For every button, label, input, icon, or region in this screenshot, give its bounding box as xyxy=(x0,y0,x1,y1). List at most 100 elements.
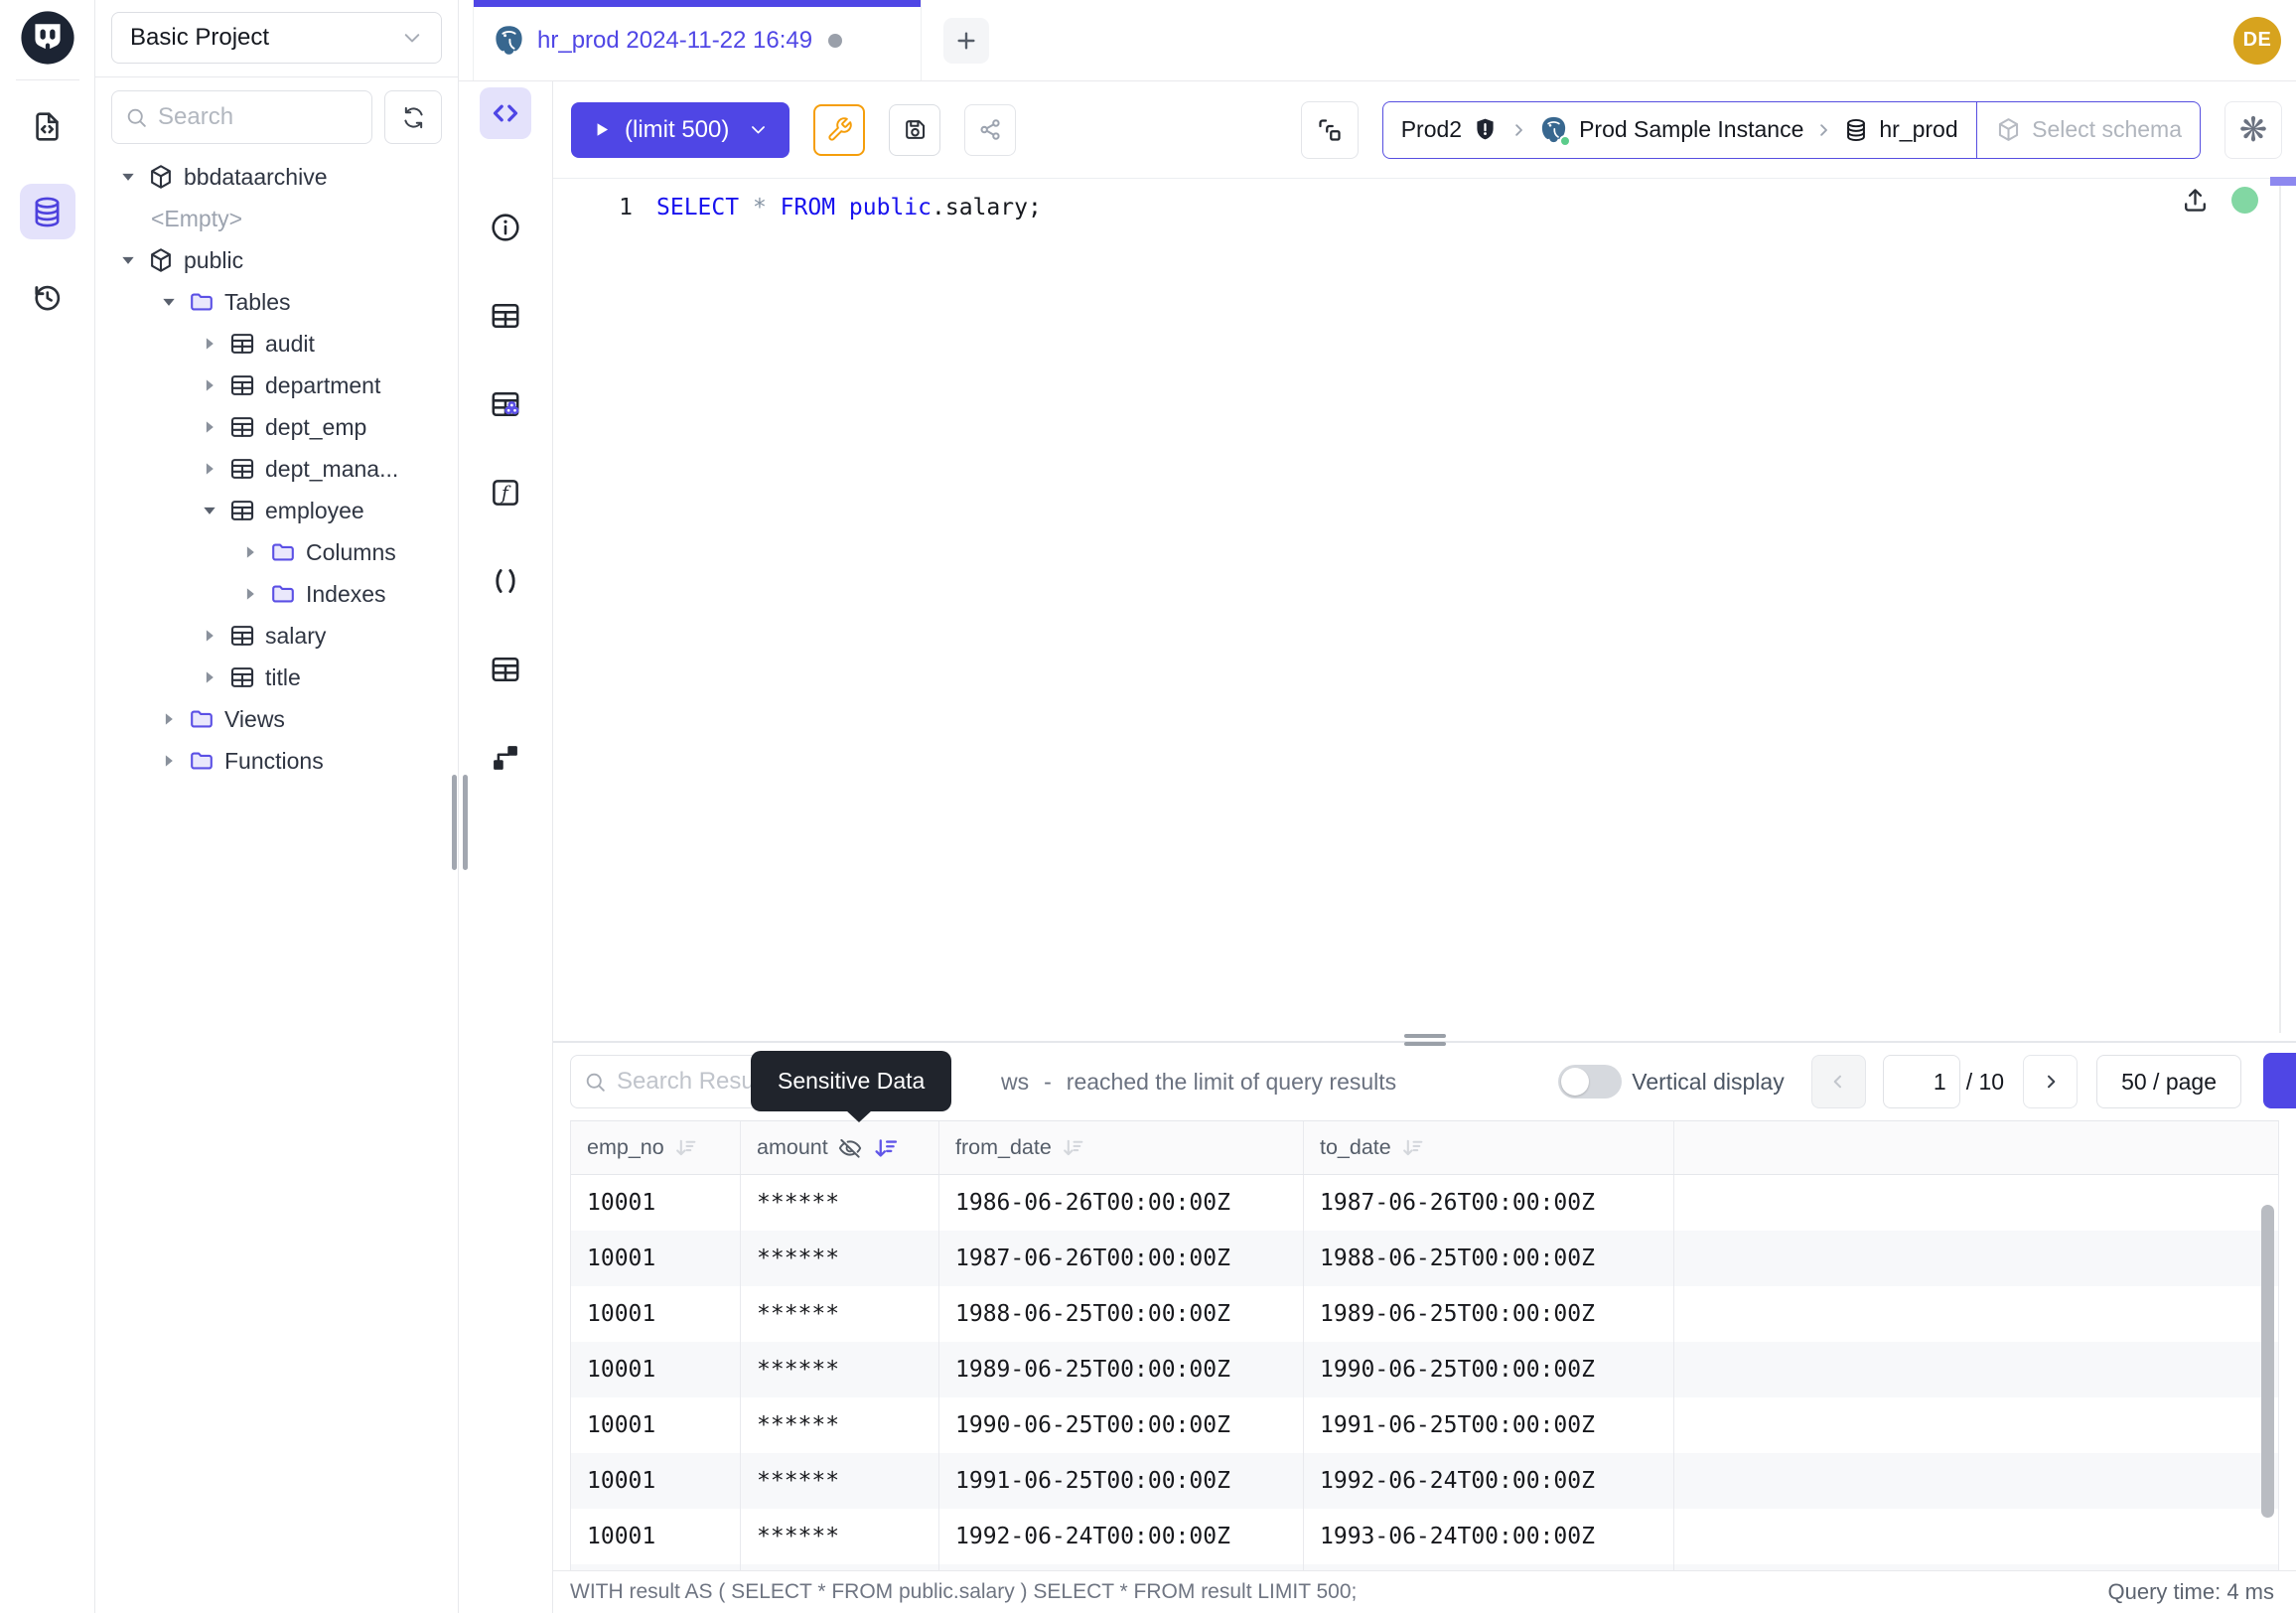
table-cell[interactable]: 1986-06-26T00:00:00Z xyxy=(939,1175,1304,1231)
tree-item-title[interactable]: title xyxy=(95,657,458,698)
connection-context[interactable]: Prod2 Prod Sample Instance hr_prod xyxy=(1383,102,1976,158)
rail-sql-file-button[interactable] xyxy=(20,98,75,154)
avatar[interactable]: DE xyxy=(2233,17,2281,65)
tree-item-audit[interactable]: audit xyxy=(95,323,458,365)
sidebar-search[interactable] xyxy=(111,90,372,144)
refresh-schema-button[interactable] xyxy=(384,90,442,144)
ai-assistant-button[interactable]: ❋ xyxy=(2224,101,2282,159)
table-cell[interactable]: 1993-06-24T00:00:00Z xyxy=(939,1564,1304,1570)
table-cell[interactable]: ****** xyxy=(741,1342,939,1397)
table-row[interactable]: 10001******1989-06-25T00:00:00Z1990-06-2… xyxy=(571,1342,2278,1397)
project-select[interactable]: Basic Project xyxy=(111,12,442,64)
batch-query-button[interactable] xyxy=(1301,101,1359,159)
caret-right-icon[interactable] xyxy=(199,666,220,688)
caret-right-icon[interactable] xyxy=(199,333,220,355)
column-header-amount[interactable]: amount xyxy=(741,1121,939,1174)
table-row[interactable]: 10001******1987-06-26T00:00:00Z1988-06-2… xyxy=(571,1231,2278,1286)
table-cell[interactable]: 1993-06-24T00:00:00Z xyxy=(1304,1509,1674,1564)
table-cell[interactable]: 10001 xyxy=(571,1231,741,1286)
caret-down-icon[interactable] xyxy=(117,166,139,188)
table-cell[interactable]: 1988-06-25T00:00:00Z xyxy=(1304,1231,1674,1286)
table-cell[interactable]: ****** xyxy=(741,1509,939,1564)
table-cell[interactable]: 1987-06-26T00:00:00Z xyxy=(1304,1175,1674,1231)
strip-code-button[interactable] xyxy=(480,87,531,139)
rail-history-button[interactable] xyxy=(20,269,75,325)
caret-right-icon[interactable] xyxy=(158,750,180,772)
table-cell[interactable]: 10001 xyxy=(571,1175,741,1231)
column-header-to_date[interactable]: to_date xyxy=(1304,1121,1674,1174)
tree-item-department[interactable]: department xyxy=(95,365,458,406)
caret-down-icon[interactable] xyxy=(158,291,180,313)
tree-item-dept-emp[interactable]: dept_emp xyxy=(95,406,458,448)
column-header-from_date[interactable]: from_date xyxy=(939,1121,1304,1174)
table-cell[interactable]: 1988-06-25T00:00:00Z xyxy=(939,1286,1304,1342)
table-cell[interactable]: 1992-06-24T00:00:00Z xyxy=(939,1509,1304,1564)
table-cell[interactable]: 1990-06-25T00:00:00Z xyxy=(939,1397,1304,1453)
table-cell[interactable]: 1987-06-26T00:00:00Z xyxy=(939,1231,1304,1286)
table-cell[interactable]: 1991-06-25T00:00:00Z xyxy=(1304,1397,1674,1453)
bytebase-logo[interactable] xyxy=(19,9,76,67)
table-cell[interactable]: ****** xyxy=(741,1286,939,1342)
table-cell[interactable]: ****** xyxy=(741,1397,939,1453)
table-row[interactable]: 10001******1988-06-25T00:00:00Z1989-06-2… xyxy=(571,1286,2278,1342)
tree-item-public[interactable]: public xyxy=(95,239,458,281)
tree-item-tables[interactable]: Tables xyxy=(95,281,458,323)
caret-right-icon[interactable] xyxy=(158,708,180,730)
table-cell[interactable]: 1994-06-24T00:00:00Z xyxy=(1304,1564,1674,1570)
tree-item-views[interactable]: Views xyxy=(95,698,458,740)
table-cell[interactable]: 10001 xyxy=(571,1397,741,1453)
table-cell[interactable]: 1991-06-25T00:00:00Z xyxy=(939,1453,1304,1509)
strip-table-button[interactable] xyxy=(480,644,531,695)
tree-item-bbdataarchive[interactable]: bbdataarchive xyxy=(95,156,458,198)
table-cell[interactable]: ****** xyxy=(741,1564,939,1570)
tree-item-dept-mana-[interactable]: dept_mana... xyxy=(95,448,458,490)
strip-function-button[interactable]: f xyxy=(480,467,531,518)
table-row[interactable]: 10001******1993-06-24T00:00:00Z1994-06-2… xyxy=(571,1564,2278,1570)
sidebar-resize-handle[interactable] xyxy=(452,775,468,870)
share-button[interactable] xyxy=(964,104,1016,156)
tree-item-salary[interactable]: salary xyxy=(95,615,458,657)
caret-right-icon[interactable] xyxy=(199,416,220,438)
table-row[interactable]: 10001******1990-06-25T00:00:00Z1991-06-2… xyxy=(571,1397,2278,1453)
next-page-button[interactable] xyxy=(2023,1055,2078,1108)
table-cell[interactable]: ****** xyxy=(741,1175,939,1231)
tree-item-indexes[interactable]: Indexes xyxy=(95,573,458,615)
table-cell[interactable]: ****** xyxy=(741,1231,939,1286)
table-scrollbar-thumb[interactable] xyxy=(2261,1205,2274,1518)
strip-table-button[interactable] xyxy=(480,290,531,342)
tree-item-functions[interactable]: Functions xyxy=(95,740,458,782)
prev-page-button[interactable] xyxy=(1811,1055,1866,1108)
sidebar-search-input[interactable] xyxy=(158,103,359,131)
strip-schema-diagram-button[interactable] xyxy=(480,732,531,784)
rail-database-button[interactable] xyxy=(20,184,75,239)
page-size-select[interactable]: 50 / page xyxy=(2096,1055,2241,1108)
schema-select[interactable]: Select schema xyxy=(1977,102,2200,158)
table-cell[interactable]: 10001 xyxy=(571,1453,741,1509)
table-cell[interactable]: 10001 xyxy=(571,1342,741,1397)
strip-parentheses-button[interactable] xyxy=(480,555,531,607)
table-cell[interactable]: 1989-06-25T00:00:00Z xyxy=(1304,1286,1674,1342)
table-cell[interactable]: ****** xyxy=(741,1453,939,1509)
page-number-input[interactable] xyxy=(1883,1055,1960,1108)
caret-right-icon[interactable] xyxy=(199,374,220,396)
save-button[interactable] xyxy=(889,104,940,156)
table-cell[interactable]: 1992-06-24T00:00:00Z xyxy=(1304,1453,1674,1509)
table-row[interactable]: 10001******1992-06-24T00:00:00Z1993-06-2… xyxy=(571,1509,2278,1564)
sql-editor[interactable]: 1 SELECT * FROM public.salary; xyxy=(553,179,2296,1041)
table-cell[interactable]: 1990-06-25T00:00:00Z xyxy=(1304,1342,1674,1397)
caret-right-icon[interactable] xyxy=(199,625,220,647)
table-cell[interactable]: 1989-06-25T00:00:00Z xyxy=(939,1342,1304,1397)
table-cell[interactable]: 10001 xyxy=(571,1509,741,1564)
vertical-display-toggle[interactable] xyxy=(1558,1065,1622,1099)
table-cell[interactable]: 10001 xyxy=(571,1286,741,1342)
export-button[interactable] xyxy=(2263,1053,2296,1108)
strip-info-button[interactable] xyxy=(480,202,531,253)
column-header-emp_no[interactable]: emp_no xyxy=(571,1121,741,1174)
table-row[interactable]: 10001******1986-06-26T00:00:00Z1987-06-2… xyxy=(571,1175,2278,1231)
strip-masked-table-button[interactable] xyxy=(480,378,531,430)
caret-down-icon[interactable] xyxy=(199,500,220,521)
tree-item-columns[interactable]: Columns xyxy=(95,531,458,573)
caret-down-icon[interactable] xyxy=(117,249,139,271)
caret-right-icon[interactable] xyxy=(239,541,261,563)
caret-right-icon[interactable] xyxy=(239,583,261,605)
